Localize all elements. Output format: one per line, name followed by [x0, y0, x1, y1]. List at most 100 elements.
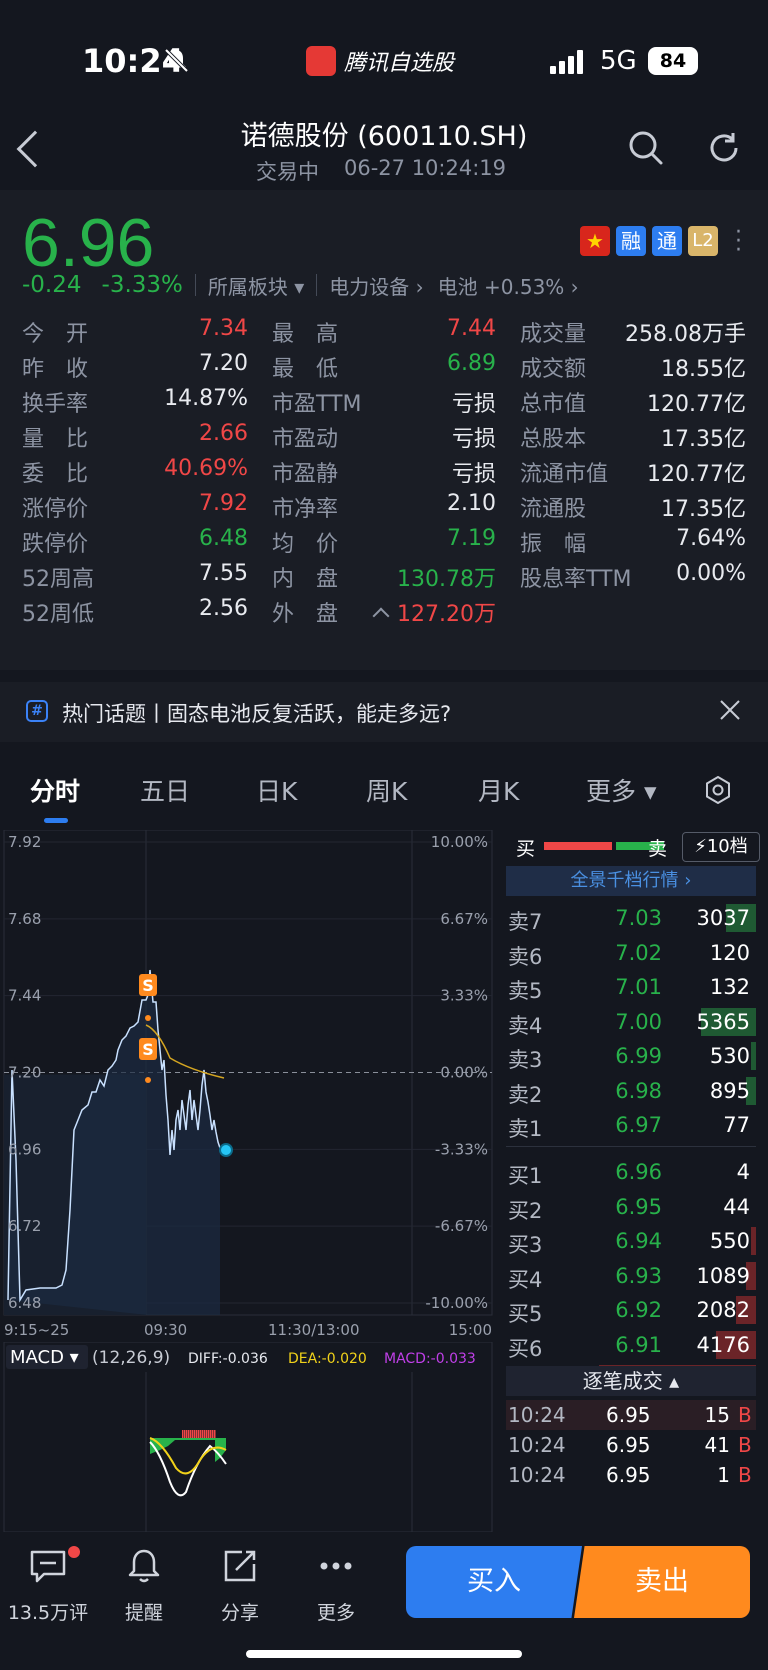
close-icon[interactable] — [718, 698, 742, 722]
ask-level-row[interactable]: 卖7 7.03 3037 — [506, 902, 756, 934]
macd-diff-line — [149, 1441, 227, 1497]
bid-level-row[interactable]: 买3 6.94 550 — [506, 1225, 756, 1257]
stat-label: 最 低 — [272, 357, 339, 382]
refresh-icon[interactable] — [706, 130, 742, 166]
ask-volume: 132 — [709, 975, 750, 999]
stat-value: 120.77亿 — [647, 392, 746, 417]
stat-value: 2.66 — [199, 421, 248, 446]
buy-label: 买 — [516, 838, 536, 860]
ask-price: 6.99 — [615, 1044, 662, 1068]
stat-label: 量 比 — [22, 427, 89, 452]
tick-trades-header[interactable]: 逐笔成交 ▴ — [506, 1366, 756, 1396]
stat-value: 14.87% — [164, 386, 248, 411]
tick-side: B — [738, 1433, 752, 1457]
sector-link-2[interactable]: 电池 +0.53% › — [438, 271, 579, 300]
tick-time: 10:24 — [508, 1463, 566, 1487]
levels-button[interactable]: ⚡10档 — [682, 832, 760, 862]
macd-bar — [186, 1430, 188, 1438]
ask-level-row[interactable]: 卖1 6.97 77 — [506, 1109, 756, 1141]
ask-level-row[interactable]: 卖5 7.01 132 — [506, 971, 756, 1003]
status-bar: 10:24 腾讯自选股 5G 84 — [0, 0, 768, 110]
connect-badge[interactable]: 通 — [652, 226, 682, 256]
margin-badge[interactable]: 融 — [616, 226, 646, 256]
stat-value: 2.56 — [199, 596, 248, 621]
sell-button[interactable]: 卖出 — [574, 1546, 750, 1618]
stat-value: 7.92 — [199, 491, 248, 516]
collapse-icon[interactable] — [372, 607, 390, 625]
macd-chart[interactable]: MACD ▾ (12,26,9) DIFF:-0.036 DEA:-0.020 MACD… — [0, 1342, 496, 1532]
search-icon[interactable] — [628, 130, 664, 166]
tick-volume: 15 — [704, 1403, 730, 1427]
stat-label: 市盈TTM — [272, 392, 362, 417]
stat-value: 17.35亿 — [661, 427, 746, 452]
tab-more[interactable]: 更多 ▾ — [586, 772, 657, 808]
level2-badge[interactable]: L2 — [688, 226, 718, 256]
bid-label: 买6 — [508, 1336, 543, 1361]
settings-icon[interactable] — [704, 776, 732, 804]
alert-button[interactable]: 提醒 — [96, 1546, 192, 1625]
more-vertical-icon[interactable]: · · · — [735, 222, 742, 262]
change-row: -0.24 -3.33% 所属板块 ▾ 电力设备 › 电池 +0.53% › — [22, 270, 579, 300]
bid-level-row[interactable]: 买5 6.92 2082 — [506, 1294, 756, 1326]
bid-level-row[interactable]: 买4 6.93 1089 — [506, 1260, 756, 1292]
sector-dropdown[interactable]: 所属板块 ▾ — [208, 271, 304, 300]
ask-level-row[interactable]: 卖3 6.99 530 — [506, 1040, 756, 1072]
tick-volume: 41 — [704, 1433, 730, 1457]
ask-price: 7.02 — [615, 940, 662, 965]
macd-bar — [188, 1430, 190, 1438]
more-button[interactable]: 更多 — [288, 1546, 384, 1625]
tick-side: B — [738, 1403, 752, 1427]
lightning-icon: ⚡ — [694, 836, 707, 857]
macd-bar — [212, 1430, 214, 1438]
tab-five-day[interactable]: 五日 — [140, 772, 190, 808]
tab-weekly-k[interactable]: 周K — [366, 772, 407, 808]
hot-topic-bar[interactable]: # 热门话题丨固态电池反复活跃，能走多远? — [0, 682, 768, 742]
bid-label: 买3 — [508, 1233, 543, 1257]
intraday-chart[interactable]: S S 7.92 7.68 7.44 7.20 6.96 6.72 6.48 10.00% 6.67… — [0, 830, 496, 1342]
stat-label: 52周低 — [22, 602, 94, 627]
sector-link-1[interactable]: 电力设备 › — [329, 271, 423, 300]
macd-bar — [194, 1430, 196, 1438]
tab-intraday[interactable]: 分时 — [30, 772, 80, 808]
tab-monthly-k[interactable]: 月K — [478, 772, 519, 808]
stat-label: 内 盘 — [272, 567, 339, 592]
ask-level-row[interactable]: 卖4 7.00 5365 — [506, 1006, 756, 1038]
bid-level-row[interactable]: 买6 6.91 4176 — [506, 1329, 756, 1361]
hot-topic-text[interactable]: 热门话题丨固态电池反复活跃，能走多远? — [62, 698, 451, 728]
bottom-bar: 13.5万评 提醒 分享 更多 买入 卖出 — [0, 1532, 768, 1670]
bid-level-row[interactable]: 买1 6.96 4 — [506, 1156, 756, 1188]
y-axis-label-right: 10.00% — [431, 833, 488, 851]
ask-level-row[interactable]: 卖6 7.02 120 — [506, 937, 756, 969]
stat-label: 总市值 — [520, 392, 587, 417]
y-axis-label-left: 7.44 — [8, 987, 41, 1005]
tab-daily-k[interactable]: 日K — [256, 772, 297, 808]
macd-bar — [196, 1430, 198, 1438]
stat-label: 成交量 — [520, 322, 587, 347]
trade-time: 06-27 10:24:19 — [344, 156, 507, 180]
tick-row: 10:24 6.95 15 B — [506, 1400, 756, 1430]
tick-price: 6.95 — [606, 1403, 651, 1427]
buy-button[interactable]: 买入 — [406, 1546, 582, 1618]
bid-price: 6.93 — [615, 1263, 662, 1288]
stat-value: 17.35亿 — [661, 497, 746, 522]
stat-value: 18.55亿 — [661, 357, 746, 382]
y-axis-label-left: 7.20 — [8, 1064, 41, 1082]
trade-status: 交易中 — [256, 160, 319, 184]
stat-value: 130.78万 — [397, 567, 496, 592]
macd-bar — [184, 1430, 186, 1438]
y-axis-label-right: 0.00% — [440, 1064, 488, 1082]
ask-price: 7.03 — [615, 906, 662, 930]
macd-dea: DEA:-0.020 — [288, 1351, 367, 1367]
bid-price: 6.94 — [615, 1229, 662, 1253]
ask-level-row[interactable]: 卖2 6.98 895 — [506, 1075, 756, 1107]
comments-button[interactable]: 13.5万评 — [0, 1546, 96, 1625]
share-button[interactable]: 分享 — [192, 1546, 288, 1625]
y-axis-label-left: 6.48 — [8, 1294, 41, 1312]
bid-level-row[interactable]: 买2 6.95 44 — [506, 1191, 756, 1223]
ask-price: 7.01 — [615, 975, 662, 999]
chart-tabs: 分时 五日 日K 周K 月K 更多 ▾ — [0, 752, 768, 823]
stat-label: 今 开 — [22, 322, 89, 347]
bid-volume: 4 — [736, 1160, 750, 1184]
buy-sell-ratio-bar — [544, 842, 664, 850]
full-book-link[interactable]: 全景千档行情 › — [506, 866, 756, 896]
